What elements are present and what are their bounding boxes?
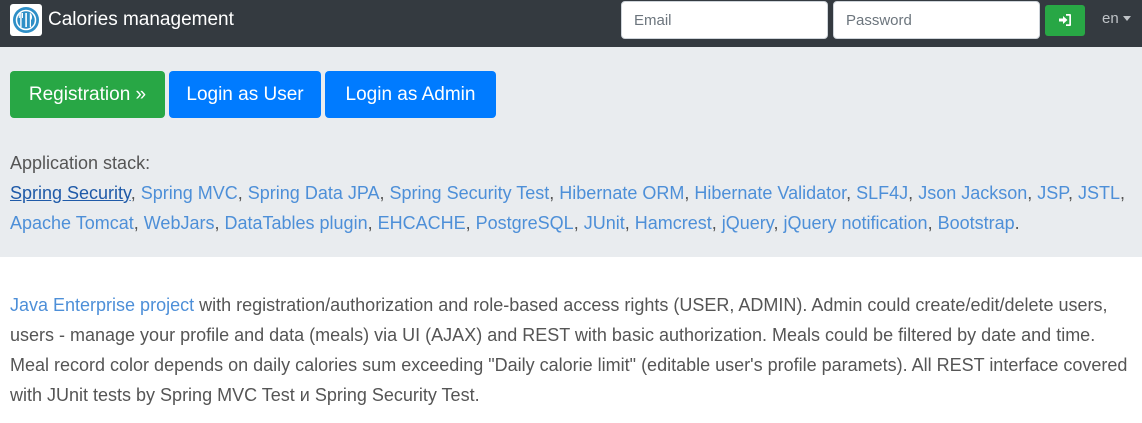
project-description: Java Enterprise project with registratio… bbox=[0, 257, 1142, 410]
stack-link[interactable]: EHCACHE bbox=[378, 213, 466, 233]
stack-link[interactable]: jQuery notification bbox=[783, 213, 927, 233]
email-field[interactable] bbox=[621, 1, 828, 39]
password-field[interactable] bbox=[833, 1, 1040, 39]
stack-link[interactable]: DataTables plugin bbox=[224, 213, 367, 233]
stack-link[interactable]: JSTL bbox=[1078, 183, 1120, 203]
stack-end: . bbox=[1014, 213, 1020, 233]
sign-in-icon bbox=[1059, 14, 1071, 26]
stack-links: Spring Security, Spring MVC, Spring Data… bbox=[10, 183, 1126, 233]
stack-link[interactable]: Json Jackson bbox=[918, 183, 1027, 203]
stack-link[interactable]: Bootstrap bbox=[938, 213, 1015, 233]
stack-heading: Application stack: bbox=[10, 153, 151, 173]
login-form: en bbox=[621, 1, 1142, 39]
stack-link[interactable]: Hamcrest bbox=[635, 213, 712, 233]
stack-link[interactable]: Apache Tomcat bbox=[10, 213, 134, 233]
jumbotron: Registration » Login as User Login as Ad… bbox=[0, 47, 1142, 257]
login-as-user-button[interactable]: Login as User bbox=[169, 71, 321, 118]
stack-link[interactable]: Hibernate Validator bbox=[694, 183, 846, 203]
application-stack: Application stack: Spring Security, Spri… bbox=[10, 148, 1132, 238]
login-as-admin-button[interactable]: Login as Admin bbox=[325, 71, 496, 118]
stack-link[interactable]: jQuery bbox=[722, 213, 774, 233]
brand[interactable]: Calories management bbox=[10, 4, 234, 36]
project-link[interactable]: Java Enterprise project bbox=[10, 295, 194, 315]
action-buttons: Registration » Login as User Login as Ad… bbox=[10, 71, 1132, 118]
app-title: Calories management bbox=[48, 9, 234, 30]
registration-button[interactable]: Registration » bbox=[10, 71, 165, 118]
stack-link[interactable]: Spring Data JPA bbox=[248, 183, 380, 203]
stack-link[interactable]: Spring Security bbox=[10, 183, 131, 203]
stack-link[interactable]: JUnit bbox=[584, 213, 625, 233]
stack-link[interactable]: Spring Security Test bbox=[390, 183, 550, 203]
stack-link[interactable]: PostgreSQL bbox=[476, 213, 574, 233]
stack-link[interactable]: Spring MVC bbox=[141, 183, 238, 203]
cutlery-icon bbox=[10, 4, 42, 36]
stack-link[interactable]: Hibernate ORM bbox=[559, 183, 684, 203]
language-label: en bbox=[1102, 10, 1119, 27]
chevron-down-icon bbox=[1122, 16, 1131, 21]
stack-link[interactable]: SLF4J bbox=[856, 183, 908, 203]
navbar: Calories management en bbox=[0, 0, 1142, 47]
stack-link[interactable]: JSP bbox=[1037, 183, 1068, 203]
language-dropdown[interactable]: en bbox=[1102, 10, 1142, 27]
login-button[interactable] bbox=[1045, 4, 1085, 36]
stack-link[interactable]: WebJars bbox=[144, 213, 215, 233]
